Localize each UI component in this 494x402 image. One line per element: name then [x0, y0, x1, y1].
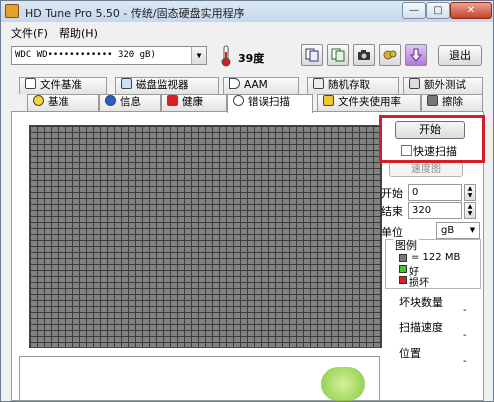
tab-folder-usage[interactable]: 文件夹使用率	[317, 94, 421, 111]
bulb-icon	[33, 95, 44, 106]
legend-title: 图例	[393, 237, 419, 253]
speaker-icon	[229, 78, 240, 89]
watermark-logo	[321, 367, 365, 401]
menu-help[interactable]: 帮助(H)	[59, 25, 98, 41]
monitor-icon	[121, 78, 132, 89]
scan-speed-value: -	[463, 330, 467, 341]
position-label: 位置	[399, 347, 421, 360]
file-icon	[25, 78, 36, 89]
unit-select[interactable]: gB ▼	[436, 222, 480, 239]
legend-bad: 损坏	[409, 278, 429, 289]
app-icon	[5, 4, 19, 18]
tab-info[interactable]: 信息	[99, 94, 161, 111]
minimize-button[interactable]: —	[402, 2, 426, 19]
bad-blocks-value: -	[463, 305, 467, 316]
exit-button[interactable]: 退出	[438, 45, 482, 66]
drive-select-value: WDC WD•••••••••••• 320 gB)	[15, 50, 156, 60]
window-title: HD Tune Pro 5.50 - 传统/固态硬盘实用程序	[25, 7, 245, 20]
temperature-value: 39度	[238, 52, 265, 65]
scan-speed-label: 扫描速度	[399, 321, 443, 334]
end-spin-icon[interactable]: ▲ ▼	[464, 202, 476, 219]
trash-icon	[427, 95, 438, 106]
highlight-box	[379, 115, 485, 163]
close-button[interactable]: ✕	[450, 2, 492, 19]
start-position-input[interactable]: 0	[408, 184, 462, 201]
tab-extra-tests[interactable]: 额外测试	[403, 77, 483, 94]
thermometer-icon	[221, 45, 231, 67]
chevron-down-icon[interactable]: ▼	[466, 223, 479, 238]
camera-icon[interactable]	[353, 44, 375, 66]
save-arrow-icon[interactable]	[405, 44, 427, 66]
toolbar: WDC WD•••••••••••• 320 gB) ▼ 39度 退出	[1, 41, 493, 71]
title-bar: HD Tune Pro 5.50 - 传统/固态硬盘实用程序 — □ ✕	[1, 1, 493, 22]
copy-info-icon[interactable]	[301, 44, 323, 66]
tab-health[interactable]: 健康	[161, 94, 227, 111]
menu-bar: 文件(F) 帮助(H)	[1, 22, 493, 40]
legend-swatch-good	[399, 265, 407, 273]
magnifier-icon	[233, 95, 244, 106]
unit-value: gB	[441, 225, 455, 236]
maximize-button[interactable]: □	[426, 2, 450, 19]
legend-block-size: = 122 MB	[411, 252, 461, 263]
menu-file[interactable]: 文件(F)	[11, 25, 48, 41]
legend-swatch-block	[399, 254, 407, 262]
folder-icon	[323, 95, 334, 106]
tab-benchmark[interactable]: 基准	[27, 94, 99, 111]
tab-row-top: 文件基准 磁盘监视器 AAM 随机存取 额外测试	[1, 77, 493, 95]
extra-tests-icon	[409, 78, 420, 89]
tab-aam[interactable]: AAM	[223, 77, 299, 94]
info-icon	[105, 95, 116, 106]
speed-map-button: 速度图	[389, 162, 463, 177]
tab-file-benchmark[interactable]: 文件基准	[19, 77, 107, 94]
copy-screenshot-icon[interactable]	[327, 44, 349, 66]
end-field-label: 结束	[381, 205, 403, 218]
start-field-label: 开始	[381, 187, 403, 200]
random-access-icon	[313, 78, 324, 89]
end-position-input[interactable]: 320	[408, 202, 462, 219]
settings-icon[interactable]	[379, 44, 401, 66]
app-window: HD Tune Pro 5.50 - 传统/固态硬盘实用程序 — □ ✕ 文件(…	[0, 0, 494, 402]
tab-disk-monitor[interactable]: 磁盘监视器	[115, 77, 219, 94]
health-cross-icon	[167, 95, 178, 106]
drive-select[interactable]: WDC WD•••••••••••• 320 gB) ▼	[11, 46, 207, 65]
bad-blocks-label: 坏块数量	[399, 296, 443, 309]
scan-block-map	[29, 125, 382, 348]
tab-erase[interactable]: 擦除	[421, 94, 483, 111]
position-value: -	[463, 356, 467, 367]
tab-row-bottom: 基准 信息 健康 错误扫描 文件夹使用率 擦除	[1, 94, 493, 113]
legend-swatch-bad	[399, 276, 407, 284]
start-spin-icon[interactable]: ▲ ▼	[464, 184, 476, 201]
tab-random-access[interactable]: 随机存取	[307, 77, 399, 94]
tab-error-scan[interactable]: 错误扫描	[227, 94, 313, 113]
chevron-down-icon[interactable]: ▼	[191, 47, 206, 64]
